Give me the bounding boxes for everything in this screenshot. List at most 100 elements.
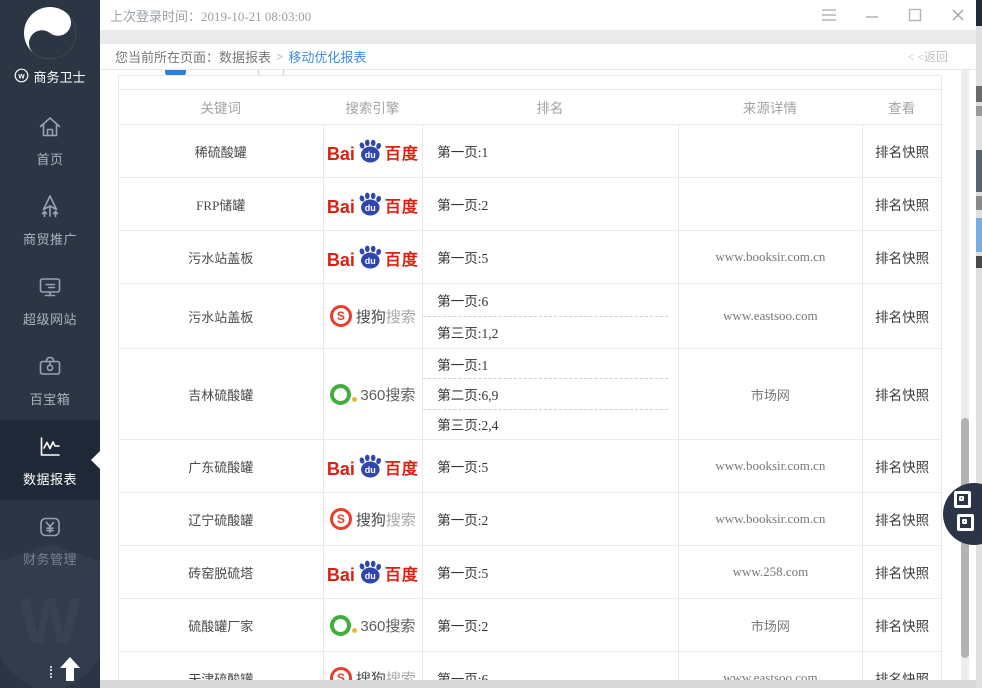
vertical-scrollbar[interactable] [961, 70, 969, 680]
rank-cell: 第一页:5 [422, 440, 677, 492]
rank-cell: 第一页:2 [422, 493, 677, 545]
snapshot-link[interactable]: 排名快照 [875, 384, 929, 404]
table-body: 稀硫酸罐Bai du 百度第一页:1排名快照FRP储罐Bai du 百度第一页: [119, 125, 941, 680]
rank-cell: 第一页:1 [422, 125, 677, 177]
table-row: 广东硫酸罐Bai du 百度第一页:5www.booksir.com.cn 排名快… [119, 440, 941, 493]
sidebar: w w 商务卫士 首页 商贸推广 超级网站 百宝箱 数据报表 [0, 0, 100, 688]
rank-value: 第一页:5 [423, 562, 667, 582]
baidu-cn-text: 百度 [385, 462, 419, 478]
snapshot-link[interactable]: 排名快照 [875, 668, 929, 680]
rank-value: 第一页:1 [423, 141, 667, 161]
engine-cell: Bai du 百度 [323, 546, 423, 598]
keyword-cell: 广东硫酸罐 [119, 440, 323, 492]
engine-cell: Bai du 百度 [323, 440, 423, 492]
sidebar-item-data-report[interactable]: 数据报表 [0, 420, 100, 500]
snapshot-link[interactable]: 排名快照 [875, 247, 929, 267]
baidu-paw-icon: du [357, 139, 383, 165]
rank-value: 第三页:2,4 [423, 410, 667, 439]
svg-text:W: W [20, 585, 81, 657]
snapshot-link[interactable]: 排名快照 [875, 562, 929, 582]
sogou-suffix-text: 搜索 [386, 309, 416, 326]
keyword-cell: 硫酸罐厂家 [119, 599, 323, 651]
titlebar-divider [100, 30, 976, 44]
sogou-name-text: 搜狗 [356, 512, 386, 529]
baidu-paw-icon: du [357, 192, 383, 218]
baidu-bai-text: Bai [327, 198, 355, 216]
view-cell: 排名快照 [862, 493, 941, 545]
baidu-cn-text: 百度 [385, 253, 419, 269]
keyword-cell: FRP储罐 [119, 178, 323, 230]
table-header-row: 关键词搜索引擎排名来源详情查看 [119, 89, 941, 125]
rank-cell: 第一页:2 [422, 178, 677, 230]
view-cell: 排名快照 [862, 546, 941, 598]
snapshot-link[interactable]: 排名快照 [875, 615, 929, 635]
rank-cell: 第一页:5 [422, 231, 677, 283]
engine-cell: S 搜狗搜索 [323, 652, 423, 680]
snapshot-link[interactable]: 排名快照 [875, 509, 929, 529]
close-button[interactable] [950, 7, 966, 23]
360-dot-icon [352, 628, 357, 633]
brand-badge-icon: w [14, 68, 29, 86]
snapshot-link[interactable]: 排名快照 [875, 456, 929, 476]
breadcrumb-prefix: 您当前所在页面：数据报表 [100, 47, 271, 66]
sidebar-item-super-website[interactable]: 超级网站 [0, 260, 100, 340]
back-link[interactable]: < <返回 [907, 48, 976, 65]
sogou-suffix-text: 搜索 [386, 671, 416, 681]
snapshot-link[interactable]: 排名快照 [875, 194, 929, 214]
report-content: 关键词搜索引擎排名来源详情查看 稀硫酸罐Bai du 百度第一页:1排名快照FR… [100, 70, 976, 680]
rank-cell: 第一页:6 [422, 652, 677, 680]
view-cell: 排名快照 [862, 284, 941, 348]
view-cell: 排名快照 [862, 231, 941, 283]
rank-value: 第一页:2 [423, 509, 667, 529]
toolbox-icon [36, 353, 64, 381]
breadcrumb: 您当前所在页面：数据报表 > 移动优化报表 < <返回 [100, 44, 976, 70]
maximize-button[interactable] [907, 7, 923, 23]
up-arrow-icon[interactable] [50, 656, 81, 682]
360-logo: 360搜索 [330, 384, 415, 405]
sogou-logo: S 搜狗搜索 [330, 667, 416, 680]
view-cell: 排名快照 [862, 440, 941, 492]
snapshot-link[interactable]: 排名快照 [875, 141, 929, 161]
source-cell: www.booksir.com.cn [678, 440, 863, 492]
minimize-button[interactable] [864, 7, 880, 23]
table-row: 砖窑脱硫塔Bai du 百度第一页:5www.258.com排名快照 [119, 546, 941, 599]
baidu-paw-icon: du [357, 245, 383, 271]
360-ring-icon [330, 384, 351, 405]
view-cell: 排名快照 [862, 125, 941, 177]
sidebar-item-toolbox[interactable]: 百宝箱 [0, 340, 100, 420]
360-logo: 360搜索 [330, 615, 415, 636]
360-ring-icon [330, 615, 351, 636]
menu-icon[interactable] [821, 7, 837, 23]
sidebar-nav: 首页 商贸推广 超级网站 百宝箱 数据报表 财务管理 [0, 100, 100, 580]
source-cell [678, 125, 863, 177]
horizontal-scrollbar[interactable] [100, 680, 976, 688]
rank-cell: 第一页:5 [422, 546, 677, 598]
view-cell: 排名快照 [862, 599, 941, 651]
engine-cell: Bai du 百度 [323, 125, 423, 177]
engine-cell: 360搜索 [323, 599, 423, 651]
keyword-cell: 天津硫酸罐 [119, 652, 323, 680]
baidu-bai-text: Bai [327, 251, 355, 269]
sogou-logo: S 搜狗搜索 [330, 305, 416, 327]
svg-text:du: du [365, 203, 376, 213]
rank-value: 第一页:1 [423, 349, 667, 379]
source-cell: www.booksir.com.cn [678, 493, 863, 545]
engine-cell: S 搜狗搜索 [323, 284, 423, 348]
column-header-2: 搜索引擎 [323, 97, 423, 117]
column-header-4: 来源详情 [678, 97, 863, 117]
sidebar-item-home[interactable]: 首页 [0, 100, 100, 180]
rank-cell: 第一页:1第二页:6,9第三页:2,4 [422, 349, 677, 439]
sidebar-item-promotion[interactable]: 商贸推广 [0, 180, 100, 260]
rank-value: 第一页:6 [423, 668, 667, 680]
snapshot-link[interactable]: 排名快照 [875, 306, 929, 326]
column-header-3: 排名 [422, 97, 677, 117]
svg-text:du: du [365, 256, 376, 266]
last-login-text: 上次登录时间：2019-10-21 08:03:00 [100, 6, 311, 25]
sidebar-item-label: 百宝箱 [30, 389, 71, 408]
baidu-logo: Bai du 百度 [327, 139, 419, 163]
engine-cell: 360搜索 [323, 349, 423, 439]
baidu-paw-icon: du [357, 560, 383, 586]
breadcrumb-current-link[interactable]: 移动优化报表 [288, 47, 366, 66]
svg-text:du: du [365, 571, 376, 581]
source-cell: www.eastsoo.com [678, 652, 863, 680]
